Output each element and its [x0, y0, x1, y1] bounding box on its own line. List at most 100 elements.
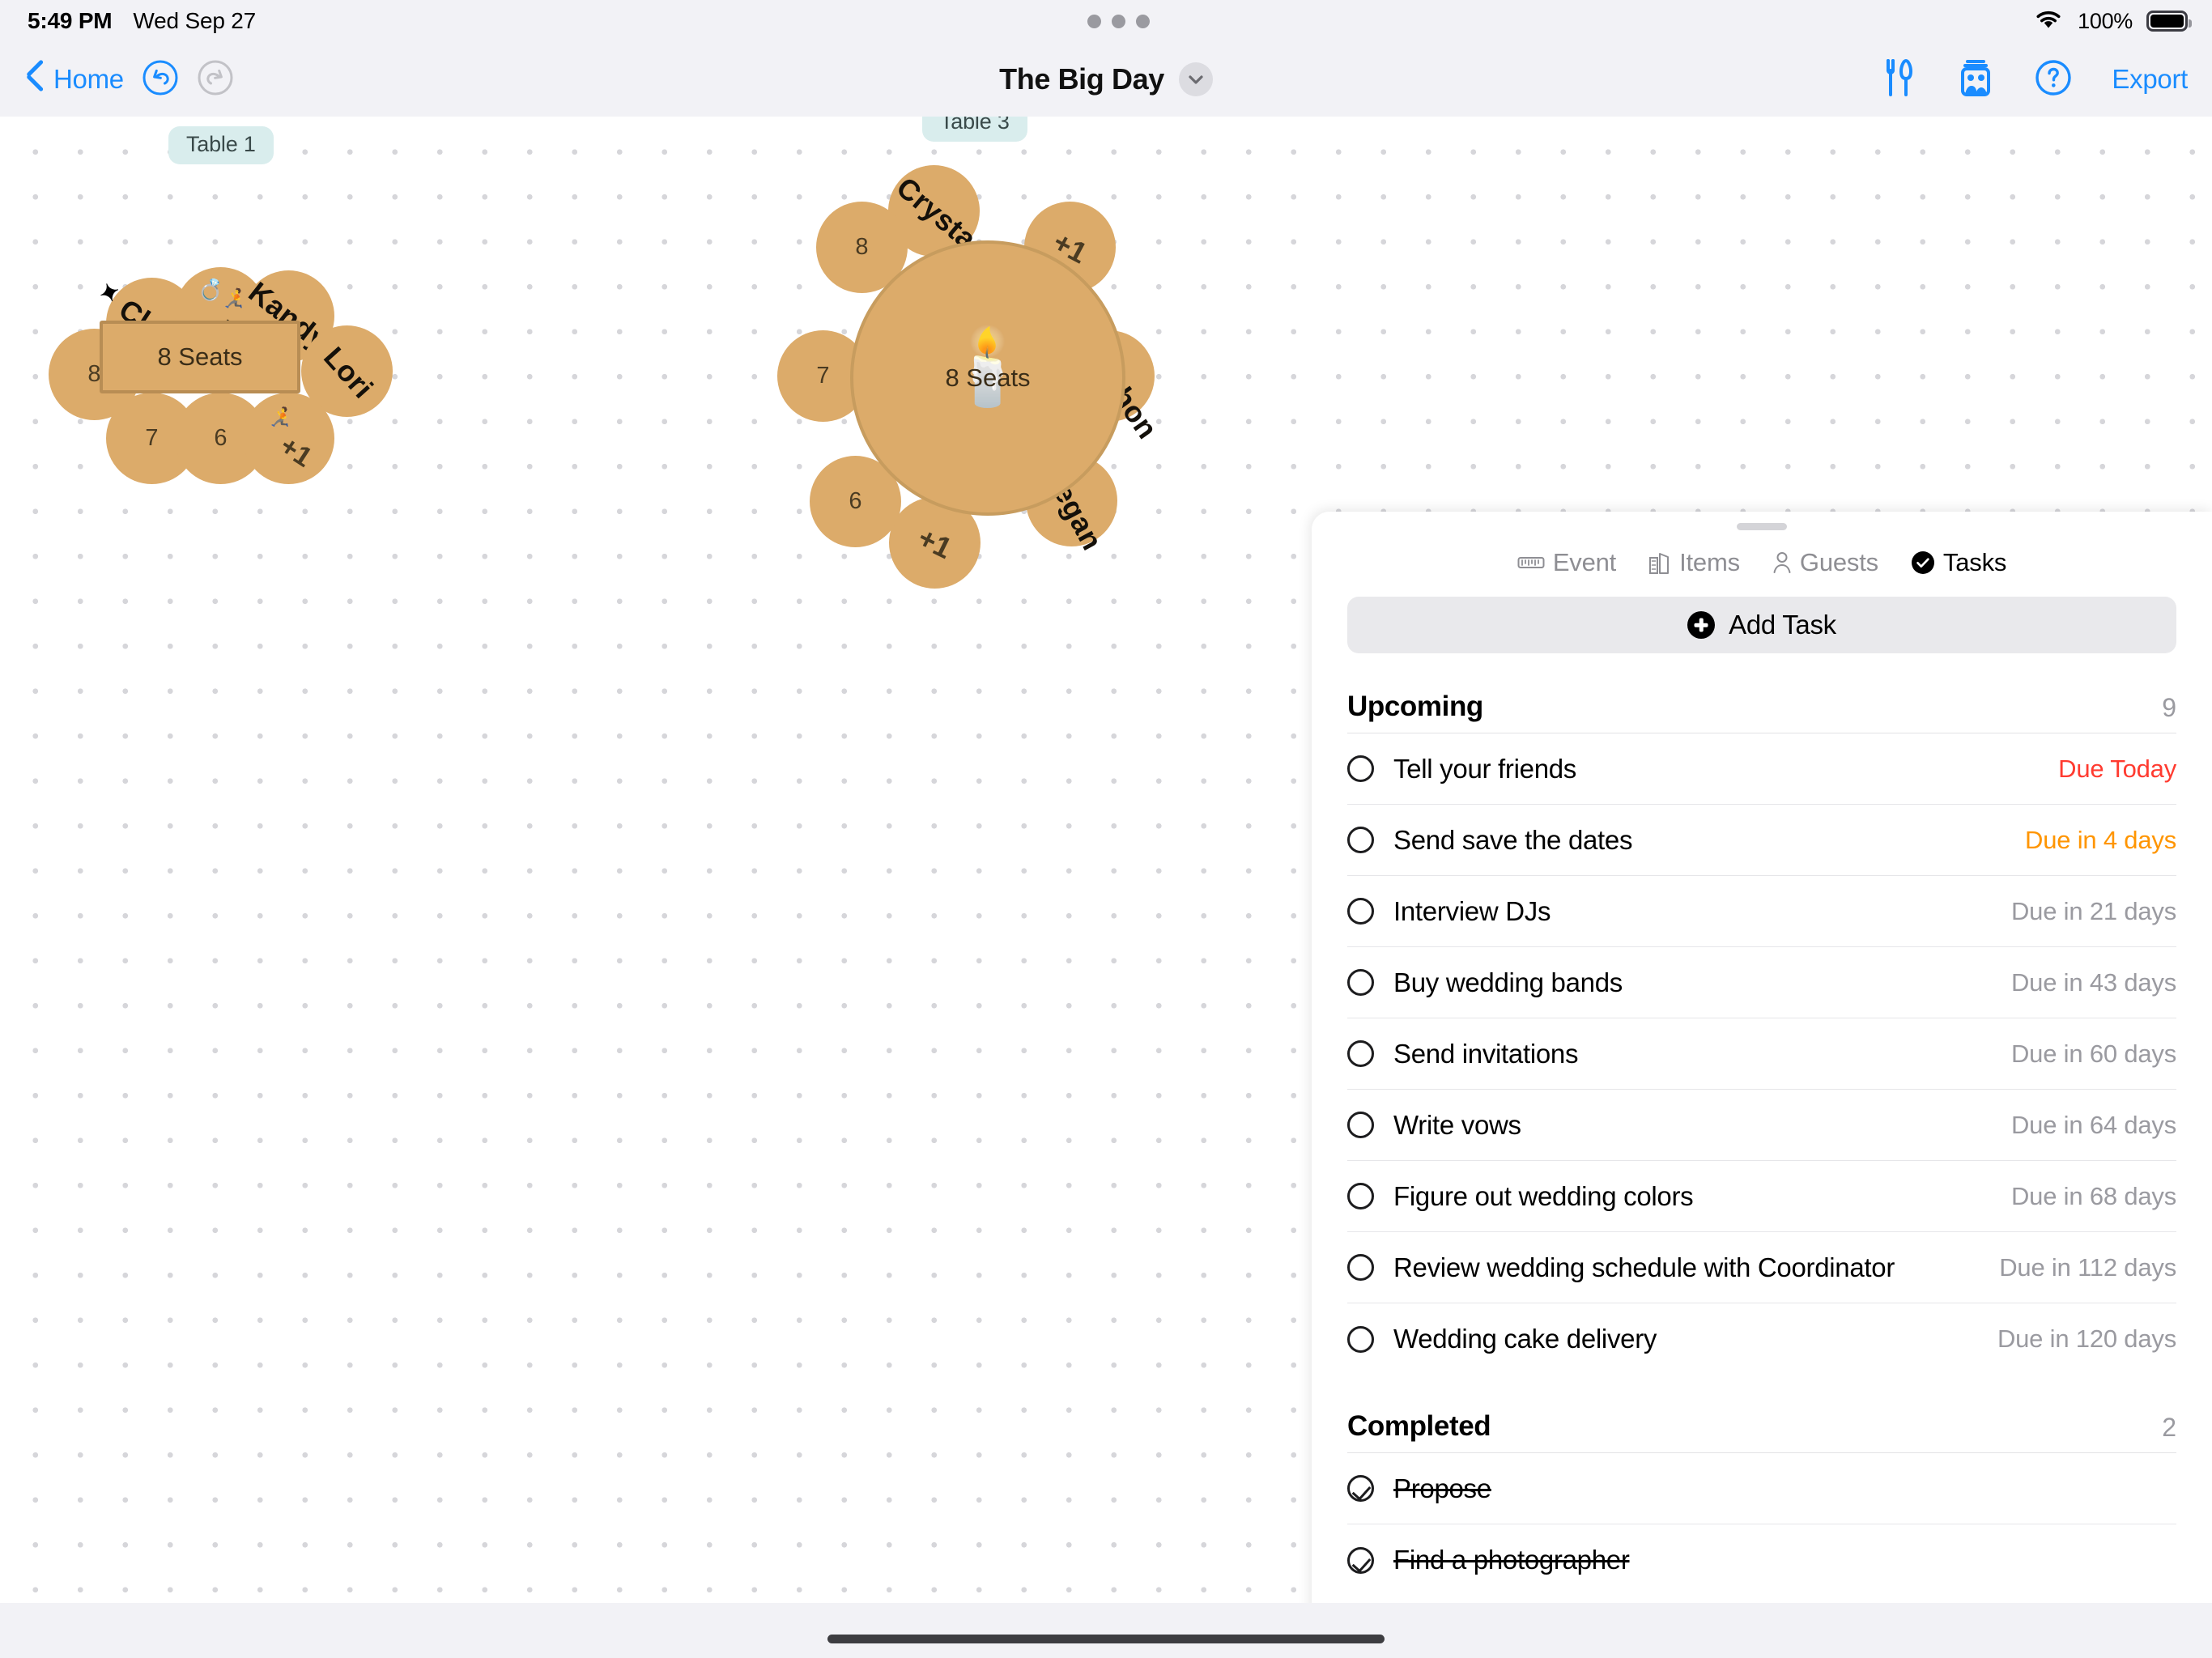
back-label: Home [53, 64, 124, 94]
status-date: Wed Sep 27 [133, 8, 257, 33]
undo-button[interactable] [142, 59, 179, 100]
bottom-bar [0, 1603, 2212, 1658]
table-3-seats-label: 8 Seats [945, 363, 1031, 392]
person-icon [1772, 551, 1792, 575]
task-row[interactable]: Propose [1347, 1453, 2176, 1524]
person-glyph: 🏃 [265, 401, 299, 434]
task-due: Due in 60 days [2011, 1039, 2176, 1068]
task-due: Due in 64 days [2011, 1110, 2176, 1139]
task-name: Send save the dates [1393, 824, 1633, 855]
task-row[interactable]: Interview DJs Due in 21 days [1347, 876, 2176, 947]
task-due: Due in 68 days [2011, 1181, 2176, 1210]
task-checkbox[interactable] [1347, 1183, 1374, 1209]
table-1-surface[interactable]: 8 Seats [100, 321, 300, 393]
tab-guests[interactable]: Guests [1772, 548, 1878, 577]
task-row[interactable]: Find a photographer [1347, 1524, 2176, 1596]
buildings-icon [1648, 551, 1671, 575]
table-1-badge[interactable]: Table 1 [168, 126, 274, 164]
task-row[interactable]: Buy wedding bands Due in 43 days [1347, 947, 2176, 1018]
seat-label: 6 [214, 425, 228, 451]
ruler-icon [1517, 554, 1545, 572]
task-row[interactable]: Send save the dates Due in 4 days [1347, 805, 2176, 876]
task-checkbox[interactable] [1347, 1546, 1374, 1574]
task-checkbox[interactable] [1347, 969, 1374, 996]
question-mark-circle-icon[interactable] [2034, 58, 2073, 101]
task-due: Due in 21 days [2011, 896, 2176, 925]
status-time: 5:49 PM [28, 8, 113, 33]
table-3-badge[interactable]: Table 3 [922, 117, 1027, 142]
fork-knife-icon[interactable] [1882, 57, 1917, 102]
tab-event[interactable]: Event [1517, 548, 1616, 577]
add-task-button[interactable]: Add Task [1347, 597, 2176, 653]
seat-plus-one-bottom[interactable]: 🏃 +1 [243, 393, 334, 484]
tab-items[interactable]: Items [1648, 548, 1740, 577]
nav-left-group: Home [26, 59, 234, 100]
redo-button[interactable] [197, 60, 234, 98]
navigation-bar: Home The Big Day Export [0, 42, 2212, 117]
task-name: Write vows [1393, 1109, 1521, 1140]
panel-drag-handle[interactable] [1737, 523, 1787, 530]
task-due: Due in 112 days [1999, 1252, 2176, 1282]
status-bar-right: 100% [2033, 8, 2192, 35]
chevron-left-icon [26, 64, 44, 95]
panel-tabs: Event Items Guests Tasks [1312, 548, 2212, 577]
task-due: Due in 43 days [2011, 967, 2176, 997]
tab-tasks[interactable]: Tasks [1911, 548, 2006, 577]
task-name: Send invitations [1393, 1038, 1579, 1069]
section-title: Completed [1347, 1410, 1491, 1442]
task-checkbox[interactable] [1347, 1112, 1374, 1138]
task-row[interactable]: Review wedding schedule with Coordinator… [1347, 1232, 2176, 1303]
task-due: Due in 120 days [1997, 1324, 2176, 1353]
task-checkbox[interactable] [1347, 898, 1374, 925]
task-checkbox[interactable] [1347, 755, 1374, 782]
plus-circle-icon [1687, 611, 1716, 639]
home-indicator[interactable] [827, 1635, 1385, 1643]
status-bar: 5:49 PM Wed Sep 27 100% [0, 0, 2212, 42]
seat-label: 6 [849, 488, 862, 514]
tab-event-label: Event [1552, 548, 1617, 576]
task-row[interactable]: Wedding cake delivery Due in 120 days [1347, 1303, 2176, 1375]
task-checkbox[interactable] [1347, 1254, 1374, 1281]
tab-tasks-label: Tasks [1942, 548, 2007, 576]
section-count: 9 [2162, 693, 2176, 722]
section-header-completed: Completed 2 [1347, 1410, 2176, 1453]
seat-label: Lori [317, 339, 380, 405]
chevron-down-icon[interactable] [1178, 62, 1213, 96]
battery-full-icon [2146, 11, 2192, 32]
task-name: Review wedding schedule with Coordinator [1393, 1252, 1895, 1282]
undo-icon [142, 59, 179, 100]
wifi-icon [2033, 8, 2064, 35]
task-name: Interview DJs [1393, 895, 1551, 926]
seat-label: 8 [855, 234, 869, 260]
task-name: Find a photographer [1393, 1545, 1630, 1575]
task-name: Propose [1393, 1473, 1491, 1503]
task-row[interactable]: Send invitations Due in 60 days [1347, 1018, 2176, 1090]
task-checkbox[interactable] [1347, 827, 1374, 853]
seat-label: +1 [274, 430, 318, 474]
task-row[interactable]: Tell your friends Due Today [1347, 733, 2176, 805]
page-title: The Big Day [999, 62, 1164, 96]
seat-label: 7 [145, 425, 159, 451]
task-due: Due in 4 days [2025, 825, 2176, 854]
battery-percent: 100% [2078, 8, 2133, 33]
star-icon: ✦ [96, 277, 125, 310]
export-button[interactable]: Export [2112, 64, 2188, 95]
task-row[interactable]: Write vows Due in 64 days [1347, 1090, 2176, 1161]
seating-chart-icon[interactable] [1956, 57, 1995, 102]
add-task-label: Add Task [1729, 610, 1836, 640]
seat-label: +1 [912, 520, 958, 565]
task-row[interactable]: Figure out wedding colors Due in 68 days [1347, 1161, 2176, 1232]
tab-items-label: Items [1679, 548, 1740, 576]
task-name: Wedding cake delivery [1393, 1324, 1657, 1354]
table-3-surface[interactable]: 🕯️ 8 Seats [850, 240, 1125, 516]
task-checkbox[interactable] [1347, 1475, 1374, 1502]
task-checkbox[interactable] [1347, 1040, 1374, 1067]
detail-panel: Event Items Guests Tasks Add Task Upcomi… [1312, 512, 2212, 1621]
seat-label: 7 [816, 363, 830, 389]
back-to-home-button[interactable]: Home [26, 64, 124, 95]
status-bar-left: 5:49 PM Wed Sep 27 [28, 8, 256, 34]
section-header-upcoming: Upcoming 9 [1347, 691, 2176, 733]
task-checkbox[interactable] [1347, 1325, 1374, 1353]
multitasking-dots-icon[interactable] [1087, 15, 1150, 28]
nav-right-group: Export [1882, 57, 2188, 102]
